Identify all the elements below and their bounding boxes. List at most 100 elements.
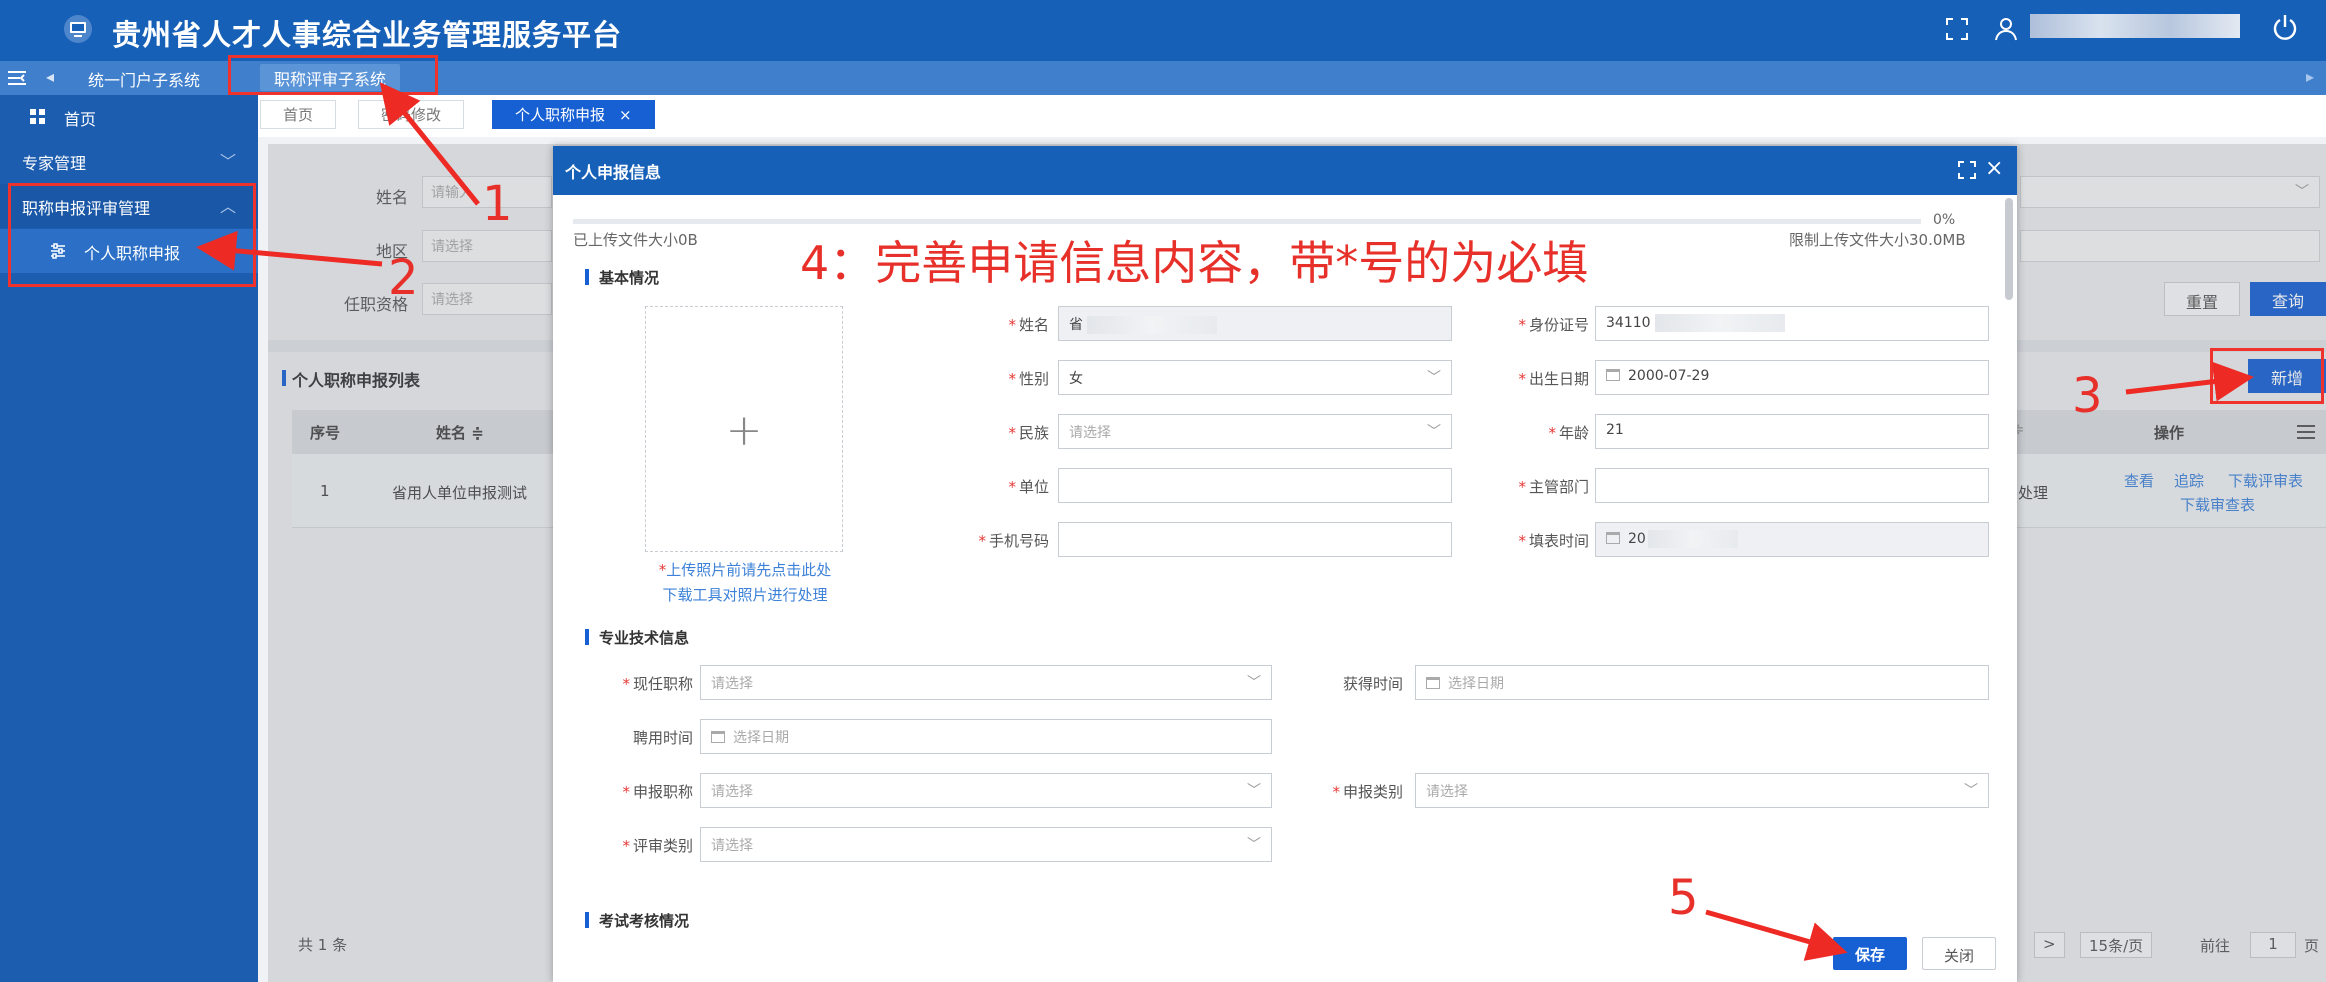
menu-toggle-icon[interactable] [6,69,28,87]
user-icon[interactable] [1992,15,2020,43]
placeholder-text: 选择日期 [733,730,789,746]
ethnic-select[interactable]: 请选择 ﹀ [1058,414,1452,449]
tab-password[interactable]: 密码修改 [358,100,465,129]
phone-label: * 手机号码 [929,530,1049,551]
monitor-icon [64,15,92,43]
sidebar-item-label: 专家管理 [22,154,87,173]
required-mark: * [1518,370,1526,388]
placeholder-text: 请选择 [711,676,753,692]
fill-date-picker[interactable]: 20 [1595,522,1989,557]
obtain-date-picker[interactable]: 选择日期 [1415,665,1989,700]
calendar-icon [1606,532,1620,544]
tab-label: 首页 [283,106,314,124]
label-text: 姓名 [1018,316,1049,334]
required-mark: * [1548,424,1556,442]
name-input[interactable]: 省 [1058,306,1452,341]
birth-value: 2000-07-29 [1628,368,1710,384]
sidebar-item-home[interactable]: 首页 [0,95,258,139]
obtain-date-label: 获得时间 [1342,675,1403,693]
section-tech-title: 专业技术信息 [585,627,689,648]
ethnic-label: * 民族 [949,422,1049,443]
label-text: 主管部门 [1528,478,1589,496]
close-icon[interactable]: × [1985,156,2003,181]
unit-label: * 单位 [949,476,1049,497]
tab-unified-portal[interactable]: 统一门户子系统 [88,67,200,91]
name-value: 省 [1069,317,1083,333]
sidebar-item-expert[interactable]: 专家管理 ﹀ [0,139,258,183]
section-basic-title: 基本情况 [585,267,659,288]
current-title-label: * 现任职称 [583,673,693,694]
annotation-box-3 [2210,348,2324,404]
username-redacted [2030,14,2240,38]
chevron-down-icon: ﹀ [1427,370,1441,386]
gender-label: * 性别 [949,368,1049,389]
fill-date-label: * 填表时间 [1489,530,1589,551]
label-text: 申报类别 [1342,783,1403,801]
redacted-text [1647,530,1738,548]
dialog-scrollbar[interactable] [2005,198,2013,300]
tab-personal-title[interactable]: 个人职称申报 × [492,100,655,129]
close-icon[interactable]: × [619,106,632,124]
required-mark: * [978,532,986,550]
placeholder-text: 请选择 [1426,784,1468,800]
apply-title-select[interactable]: 请选择 ﹀ [700,773,1272,808]
upload-progress-percent: 0% [1933,212,1956,228]
calendar-icon [711,731,725,743]
photo-tool-link[interactable]: *上传照片前请先点击此处 下载工具对照片进行处理 [617,558,873,608]
redacted-text [1654,314,1785,332]
id-label: * 身份证号 [1489,314,1589,335]
upload-progress-bar [573,219,1921,224]
id-number-input[interactable]: 34110 [1595,306,1989,341]
chevron-down-icon: ﹀ [219,152,236,171]
apply-title-label: * 申报职称 [583,781,693,802]
required-mark: * [1332,783,1340,801]
chevron-down-icon: ﹀ [1247,783,1261,799]
dept-label: * 主管部门 [1489,476,1589,497]
upload-limit: 限制上传文件大小30.0MB [1789,231,1966,249]
unit-input[interactable] [1058,468,1452,503]
photo-tip-line1: 上传照片前请先点击此处 [666,561,832,579]
label-text: 身份证号 [1528,316,1589,334]
fullscreen-icon[interactable] [1944,16,1970,42]
calendar-icon [1426,677,1440,689]
hire-date-label: 聘用时间 [632,729,693,747]
dept-input[interactable] [1595,468,1989,503]
maximize-icon[interactable] [1957,160,1977,180]
age-input[interactable]: 21 [1595,414,1989,449]
label-text: 年龄 [1558,424,1589,442]
gender-select[interactable]: 女 ﹀ [1058,360,1452,395]
placeholder-text: 请选择 [711,838,753,854]
photo-upload-area[interactable]: + [645,306,843,552]
required-mark: * [1008,370,1016,388]
dialog-title: 个人申报信息 [565,163,662,182]
birth-label: * 出生日期 [1489,368,1589,389]
uploaded-size: 已上传文件大小0B [573,231,698,249]
annotation-number-3: 3 [2072,368,2103,424]
fill-value: 20 [1628,531,1646,547]
app-title: 贵州省人才人事综合业务管理服务平台 [112,18,623,52]
label-text: 填表时间 [1528,532,1589,550]
chevron-down-icon: ﹀ [1247,675,1261,691]
nav-back-icon[interactable]: ◂ [46,67,54,86]
top-header: 贵州省人才人事综合业务管理服务平台 [0,0,2326,61]
current-title-select[interactable]: 请选择 ﹀ [700,665,1272,700]
tab-home[interactable]: 首页 [260,100,337,129]
phone-input[interactable] [1058,522,1452,557]
required-mark: * [622,783,630,801]
nav-more-icon[interactable]: ▸ [2306,67,2314,86]
page-tabs: 首页 密码修改 个人职称申报 × [258,95,2326,137]
required-mark: * [1518,532,1526,550]
save-button[interactable]: 保存 [1833,937,1907,970]
review-category-select[interactable]: 请选择 ﹀ [700,827,1272,862]
power-icon[interactable] [2270,12,2300,42]
hire-date-picker[interactable]: 选择日期 [700,719,1272,754]
required-mark: * [1518,478,1526,496]
tab-label: 个人职称申报 [515,106,606,124]
gender-value: 女 [1069,371,1083,387]
apply-category-select[interactable]: 请选择 ﹀ [1415,773,1989,808]
close-button[interactable]: 关闭 [1922,937,1996,970]
redacted-text [1087,316,1217,334]
grid-icon [30,109,45,124]
birth-date-picker[interactable]: 2000-07-29 [1595,360,1989,395]
label-text: 手机号码 [988,532,1049,550]
